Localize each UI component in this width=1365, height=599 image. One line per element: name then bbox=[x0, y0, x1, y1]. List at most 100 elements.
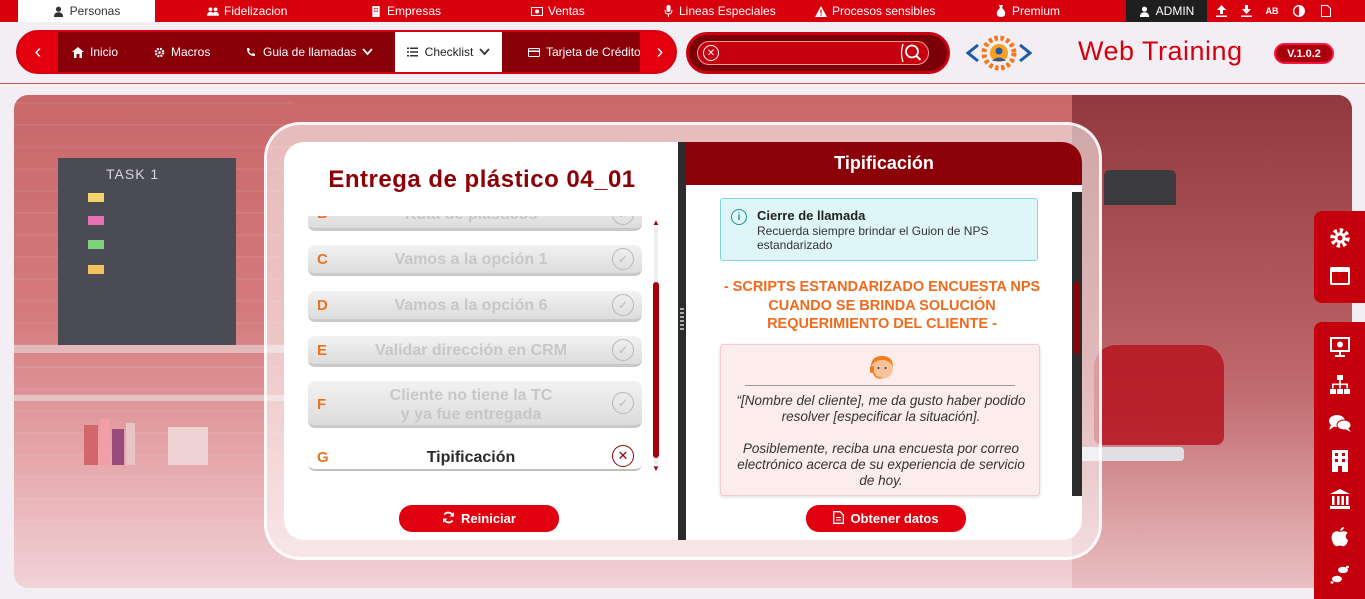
nav-prev-button[interactable]: ‹ bbox=[18, 32, 58, 72]
version-badge: V.1.0.2 bbox=[1274, 43, 1334, 64]
step-letter: E bbox=[317, 342, 328, 359]
scroll-thumb[interactable] bbox=[1074, 282, 1080, 354]
step-letter: C bbox=[317, 251, 328, 268]
check-icon: ✓ bbox=[612, 294, 634, 316]
nav-next-button[interactable]: › bbox=[640, 32, 675, 72]
tab-ventas[interactable]: Ventas bbox=[531, 0, 585, 22]
check-icon: ✓ bbox=[612, 392, 634, 414]
step-label: Cliente no tiene la TC y ya fue entregad… bbox=[389, 387, 553, 423]
obtener-datos-button[interactable]: Obtener datos bbox=[806, 505, 966, 532]
microphone-icon bbox=[662, 5, 674, 17]
checklist-step[interactable]: D Vamos a la opción 6 ✓ bbox=[308, 291, 642, 322]
agent-headset-icon bbox=[869, 355, 895, 381]
obtener-datos-label: Obtener datos bbox=[850, 511, 939, 526]
checklist-modal: Entrega de plástico 04_01 B Ruta de plás… bbox=[284, 142, 1082, 540]
checklist-title: Entrega de plástico 04_01 bbox=[328, 166, 636, 193]
drag-handle-icon[interactable] bbox=[680, 308, 684, 332]
tab-label: Personas bbox=[69, 4, 121, 18]
card-icon bbox=[528, 46, 540, 58]
script-quote-card: “[Nombre del cliente], me da gusto haber… bbox=[720, 344, 1040, 496]
apple-icon[interactable] bbox=[1328, 525, 1352, 549]
tab-premium[interactable]: Premium bbox=[995, 0, 1060, 22]
chevron-down-icon bbox=[479, 45, 491, 59]
contrast-icon[interactable] bbox=[1287, 0, 1311, 22]
chevron-down-icon bbox=[362, 45, 374, 59]
scroll-down-icon[interactable]: ▼ bbox=[651, 464, 661, 473]
search-bar: ✕ bbox=[686, 32, 950, 74]
step-label: Vamos a la opción 6 bbox=[394, 297, 548, 314]
search-input[interactable]: ✕ bbox=[697, 41, 929, 65]
header-divider bbox=[0, 83, 1365, 84]
top-menu-bar: Personas Fidelizacion Empresas Ventas Li… bbox=[0, 0, 1365, 22]
checklist-step[interactable]: E Validar dirección en CRM ✓ bbox=[308, 336, 642, 367]
moneybag-icon bbox=[995, 5, 1007, 17]
tab-procesos-sensibles[interactable]: Procesos sensibles bbox=[815, 0, 935, 22]
download-icon[interactable] bbox=[1234, 0, 1258, 22]
right-dock-bottom bbox=[1314, 322, 1365, 599]
nav-item-macros[interactable]: Macros bbox=[153, 32, 210, 72]
window-icon[interactable] bbox=[1328, 264, 1352, 288]
building-icon[interactable] bbox=[1328, 449, 1352, 473]
scroll-up-icon[interactable]: ▲ bbox=[651, 218, 661, 227]
admin-label: ADMIN bbox=[1155, 4, 1195, 18]
tab-label: Ventas bbox=[548, 4, 585, 18]
tab-fidelizacion[interactable]: Fidelizacion bbox=[207, 0, 287, 22]
bank-icon[interactable] bbox=[1328, 487, 1352, 511]
user-icon bbox=[1139, 5, 1151, 17]
checklist-step[interactable]: C Vamos a la opción 1 ✓ bbox=[308, 245, 642, 276]
nav-item-inicio[interactable]: Inicio bbox=[72, 32, 118, 72]
tab-label: Empresas bbox=[387, 4, 442, 18]
tab-label: Fidelizacion bbox=[224, 4, 288, 18]
tab-personas[interactable]: Personas bbox=[18, 0, 155, 22]
task-board: TASK 1 bbox=[58, 158, 236, 345]
document-icon[interactable] bbox=[1314, 0, 1338, 22]
dark-wall bbox=[1072, 95, 1352, 588]
tab-lineas-especiales[interactable]: Lineas Especiales bbox=[662, 0, 776, 22]
sticky-note bbox=[88, 265, 104, 274]
checklist-steps[interactable]: B Ruta de plásticos ✓ C Vamos a la opció… bbox=[308, 216, 644, 474]
nav-item-label: Tarjeta de Crédito bbox=[546, 45, 641, 59]
footsteps-icon[interactable] bbox=[1328, 563, 1352, 587]
checklist-scrollbar[interactable]: ▲ ▼ bbox=[652, 218, 660, 473]
presentation-icon[interactable] bbox=[1328, 335, 1352, 359]
tab-label: Premium bbox=[1012, 4, 1061, 18]
ceiling-lamp bbox=[1104, 170, 1176, 205]
warning-icon bbox=[815, 5, 827, 17]
spellcheck-icon[interactable]: AB bbox=[1260, 0, 1284, 22]
info-text: Recuerda siempre brindar el Guion de NPS… bbox=[757, 224, 989, 252]
books bbox=[84, 415, 244, 465]
nav-item-checklist[interactable]: Checklist bbox=[395, 32, 502, 72]
panel-resize-divider[interactable] bbox=[678, 142, 686, 540]
pending-x-icon: ✕ bbox=[612, 445, 634, 467]
sitemap-icon[interactable] bbox=[1328, 373, 1352, 397]
step-letter: D bbox=[317, 297, 328, 314]
detail-scrollbar[interactable] bbox=[1072, 192, 1082, 496]
phone-icon bbox=[245, 46, 257, 58]
upload-icon[interactable] bbox=[1209, 0, 1233, 22]
clear-search-icon[interactable]: ✕ bbox=[703, 45, 719, 61]
chat-icon[interactable] bbox=[1328, 411, 1352, 435]
task-board-label: TASK 1 bbox=[106, 166, 160, 182]
nav-item-tarjeta-de-credito[interactable]: Tarjeta de Crédito bbox=[528, 32, 641, 72]
search-icon[interactable] bbox=[900, 43, 922, 63]
nav-item-guia-de-llamadas[interactable]: Guia de llamadas bbox=[245, 32, 374, 72]
info-alert: i Cierre de llamada Recuerda siempre bri… bbox=[720, 198, 1038, 261]
settings-icon[interactable] bbox=[1328, 226, 1352, 250]
brand-title: Web Training bbox=[1078, 36, 1243, 66]
list-icon bbox=[407, 46, 419, 58]
step-letter: B bbox=[317, 216, 328, 222]
reiniciar-button[interactable]: Reiniciar bbox=[399, 505, 559, 532]
refresh-icon bbox=[442, 511, 455, 527]
checklist-step-active[interactable]: G Tipificación ✕ bbox=[308, 444, 642, 471]
script-quote-text: “[Nombre del cliente], me da gusto haber… bbox=[736, 393, 1026, 488]
step-letter: F bbox=[317, 396, 327, 413]
tab-empresas[interactable]: Empresas bbox=[370, 0, 441, 22]
checklist-step[interactable]: B Ruta de plásticos ✓ bbox=[308, 216, 642, 231]
detail-header: Tipificación bbox=[686, 142, 1082, 185]
admin-user-menu[interactable]: ADMIN bbox=[1126, 0, 1207, 22]
brand-logo bbox=[965, 32, 1033, 74]
file-text-icon bbox=[833, 510, 845, 527]
armchair bbox=[1094, 345, 1224, 445]
checklist-step[interactable]: F Cliente no tiene la TC y ya fue entreg… bbox=[308, 381, 642, 428]
scroll-thumb[interactable] bbox=[653, 282, 659, 458]
